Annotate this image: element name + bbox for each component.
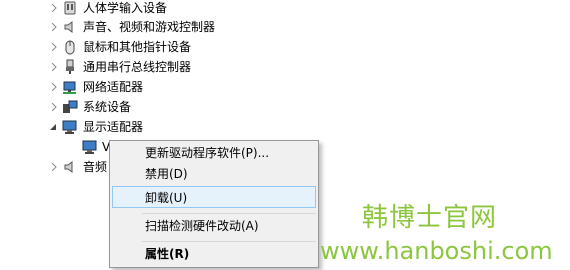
tree-item-label: 人体学输入设备: [83, 1, 168, 15]
tree-item-mouse[interactable]: 鼠标和其他指针设备: [0, 37, 300, 57]
tree-item-hid[interactable]: 人体学输入设备: [0, 0, 300, 18]
display-adapter-icon: [62, 119, 78, 135]
menu-item-label: 卸载(U): [145, 191, 188, 205]
system-device-icon: [62, 99, 78, 115]
mouse-icon: [62, 39, 78, 55]
tree-item-label: 显示适配器: [83, 120, 144, 134]
tree-item-label: 网络适配器: [83, 80, 144, 94]
context-menu: 更新驱动程序软件(P)... 禁用(D) 卸载(U) 扫描检测硬件改动(A) 属…: [109, 140, 319, 268]
menu-item-properties[interactable]: 属性(R): [112, 243, 316, 265]
menu-item-label: 扫描检测硬件改动(A): [145, 219, 259, 233]
expand-arrow-icon[interactable]: [50, 23, 58, 31]
tree-item-label: 通用串行总线控制器: [83, 60, 192, 74]
expand-arrow-icon[interactable]: [50, 63, 58, 71]
hid-icon: [62, 0, 78, 16]
speaker-icon: [62, 159, 78, 175]
expand-arrow-icon[interactable]: [50, 163, 58, 171]
usb-icon: [62, 59, 78, 75]
tree-item-label: 系统设备: [83, 100, 132, 114]
tree-item-label: 声音、视频和游戏控制器: [83, 20, 216, 34]
menu-item-label: 更新驱动程序软件(P)...: [145, 146, 270, 160]
watermark-title: 韩博士官网: [362, 203, 498, 233]
menu-item-label: 属性(R): [145, 247, 190, 261]
speaker-icon: [62, 19, 78, 35]
tree-item-label: 音频: [83, 160, 108, 174]
menu-item-uninstall[interactable]: 卸载(U): [112, 186, 316, 208]
expand-arrow-icon[interactable]: [50, 43, 58, 51]
menu-item-update-driver[interactable]: 更新驱动程序软件(P)...: [112, 142, 316, 164]
tree-item-display-adapters[interactable]: 显示适配器: [0, 117, 300, 137]
monitor-icon: [82, 139, 98, 155]
menu-separator: [142, 213, 316, 214]
tree-item-sound[interactable]: 声音、视频和游戏控制器: [0, 17, 300, 37]
watermark-url: www.hanboshi.com: [320, 237, 553, 265]
tree-item-label: 鼠标和其他指针设备: [83, 40, 192, 54]
expand-arrow-icon[interactable]: [50, 103, 58, 111]
tree-item-network[interactable]: 网络适配器: [0, 77, 300, 97]
network-adapter-icon: [62, 79, 78, 95]
menu-item-label: 禁用(D): [145, 167, 188, 181]
tree-item-usb[interactable]: 通用串行总线控制器: [0, 57, 300, 77]
collapse-arrow-icon[interactable]: [49, 123, 57, 131]
expand-arrow-icon[interactable]: [50, 4, 58, 12]
tree-item-system[interactable]: 系统设备: [0, 97, 300, 117]
menu-item-scan-hardware[interactable]: 扫描检测硬件改动(A): [112, 215, 316, 237]
menu-separator: [142, 241, 316, 242]
expand-arrow-icon[interactable]: [50, 83, 58, 91]
menu-item-disable[interactable]: 禁用(D): [112, 163, 316, 185]
